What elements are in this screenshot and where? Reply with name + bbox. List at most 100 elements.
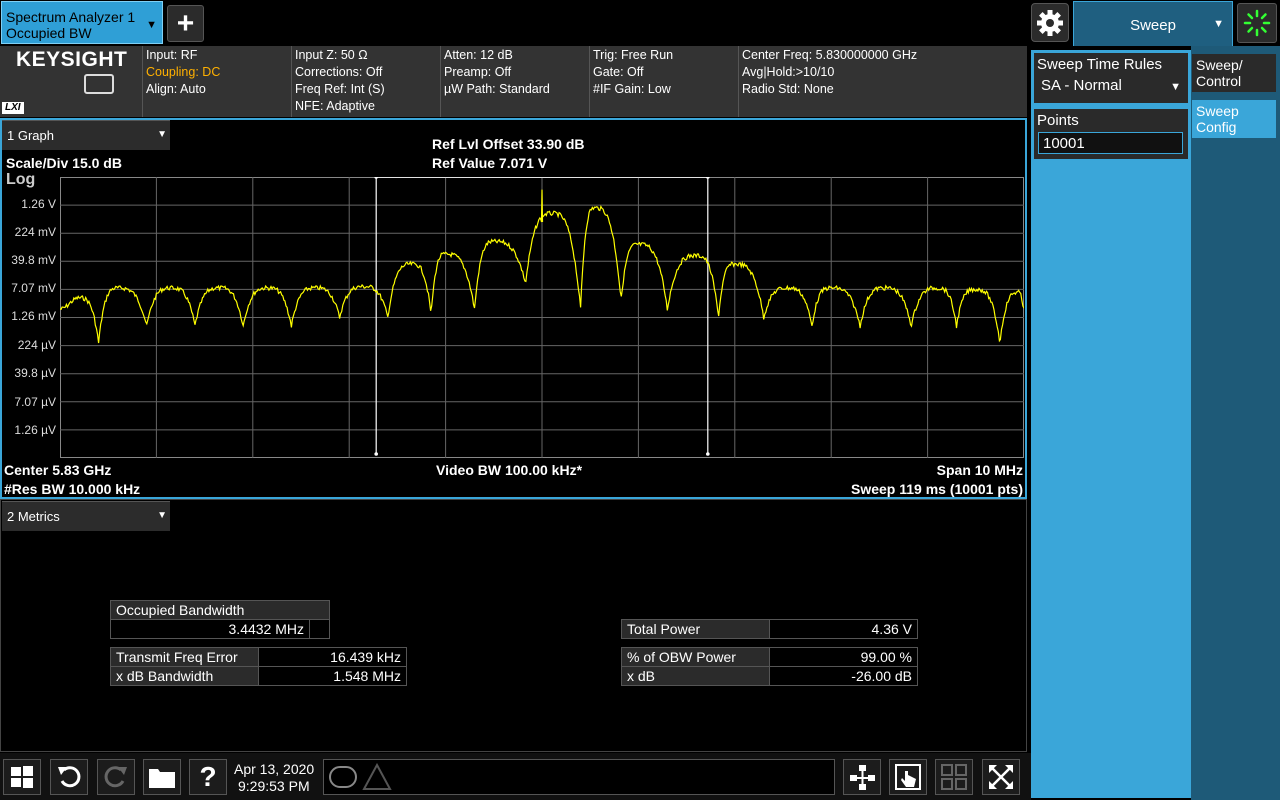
y-tick-label: 39.8 mV [11,253,56,267]
y-tick-label: 224 µV [17,338,56,352]
chevron-down-icon: ▼ [146,19,157,31]
spectrum-plot[interactable] [60,177,1024,458]
help-button[interactable]: ? [189,759,227,795]
xdb-label: x dB [621,666,770,686]
sweep-config-panel [1031,50,1191,798]
y-tick-label: 7.07 mV [11,281,56,295]
info-line: Center Freq: 5.830000000 GHz [742,48,918,62]
occupied-bw-value: 3.4432 MHz [110,619,310,639]
settings-button[interactable] [1031,3,1069,42]
center-freq-label: Center 5.83 GHz [4,462,112,478]
info-trigger[interactable]: Trig: Free Run Gate: Off #IF Gain: Low [590,46,739,117]
info-line: #IF Gain: Low [593,82,671,96]
obw-marker-dot [374,452,378,456]
undo-button[interactable] [50,759,88,795]
y-tick-label: 1.26 µV [14,423,56,437]
date-label: Apr 13, 2020 [234,761,315,777]
touch-window-button[interactable] [889,759,927,795]
total-power-label: Total Power [621,619,770,639]
y-tick-label: 1.26 mV [11,309,56,323]
info-line: Corrections: Off [295,65,383,79]
tx-freq-error-label: Transmit Freq Error [110,647,259,667]
info-line: Trig: Free Run [593,48,674,62]
measurement-tab-title: Spectrum Analyzer 1 [6,9,136,25]
tree-layout-icon [850,765,875,790]
metrics-window-selector[interactable]: 2 Metrics ▼ [2,501,170,531]
windows-icon [11,766,33,788]
pct-obw-power-label: % of OBW Power [621,647,770,667]
add-screen-button[interactable]: + [167,5,204,42]
sweep-time-rules-select[interactable]: SA - Normal ▼ [1037,77,1185,99]
warning-triangle-icon [362,763,392,790]
touch-hand-icon [895,764,921,790]
message-bubble-icon [329,766,357,788]
total-power-value: 4.36 V [769,619,918,639]
info-align-line: Align: Auto [146,82,206,96]
measurement-tab[interactable]: Spectrum Analyzer 1 Occupied BW ▼ [1,1,163,44]
y-tick-label: 224 mV [14,225,56,239]
info-line: Radio Std: None [742,82,834,96]
busy-spinner-icon [1243,9,1271,37]
side-tab-sweep-control[interactable]: Sweep/ Control [1192,54,1276,92]
grid-windows-icon [941,764,967,790]
info-input-line: Input: RF [146,48,198,62]
chevron-down-icon: ▼ [1170,81,1181,93]
graph-window-label: 1 Graph [7,128,54,143]
y-tick-label: 39.8 µV [14,366,56,380]
sweep-label: Sweep 119 ms (10001 pts) [851,481,1023,497]
sweep-time-rules-value: SA - Normal [1041,77,1122,94]
video-bw-label: Video BW 100.00 kHz* [436,462,583,478]
info-line: Atten: 12 dB [444,48,513,62]
info-line: Input Z: 50 Ω [295,48,368,62]
info-line: µW Path: Standard [444,82,550,96]
time-label: 9:29:53 PM [238,778,310,794]
multi-window-button[interactable] [935,759,973,795]
side-tab-sweep-config[interactable]: Sweep Config [1192,100,1276,138]
tx-freq-error-value: 16.439 kHz [258,647,407,667]
xdb-value: -26.00 dB [769,666,918,686]
brand-logo: KEYSIGHT [16,48,128,71]
graph-window-selector[interactable]: 1 Graph ▼ [2,120,170,150]
folder-icon [149,769,175,788]
info-input[interactable]: Input: RF Coupling: DC Align: Auto [143,46,292,117]
info-center-freq[interactable]: Center Freq: 5.830000000 GHz Avg|Hold:>1… [739,46,1027,117]
info-line: NFE: Adaptive [295,99,375,113]
mode-tab-label: Sweep [1130,17,1176,34]
message-bar[interactable] [323,759,835,795]
remote-display-icon [84,74,114,94]
info-atten[interactable]: Atten: 12 dB Preamp: Off µW Path: Standa… [441,46,590,117]
mode-tab-sweep[interactable]: Sweep ▼ [1073,1,1233,46]
sweep-time-rules-label: Sweep Time Rules [1037,56,1163,73]
gear-icon [1037,9,1063,36]
redo-button[interactable] [97,759,135,795]
scale-div-label: Scale/Div 15.0 dB [6,155,122,171]
sweep-time-rules-group[interactable]: Sweep Time Rules SA - Normal ▼ [1034,53,1188,103]
info-line: Gate: Off [593,65,644,79]
windows-start-button[interactable] [3,759,41,795]
expand-arrows-icon [989,765,1013,789]
xdb-bandwidth-label: x dB Bandwidth [110,666,259,686]
points-label: Points [1037,112,1079,129]
chevron-down-icon: ▼ [157,129,167,140]
plus-icon: + [176,6,195,40]
chevron-down-icon: ▼ [1213,18,1224,30]
maximize-button[interactable] [982,759,1020,795]
brand-block: KEYSIGHT LXI [0,46,143,117]
ref-offset-label: Ref Lvl Offset 33.90 dB [432,136,585,152]
points-input[interactable]: 10001 [1038,132,1183,154]
analyzer-screen: Spectrum Analyzer 1 Occupied BW ▼ + Swee… [0,0,1280,800]
log-label: Log [6,171,36,188]
info-input-z[interactable]: Input Z: 50 Ω Corrections: Off Freq Ref:… [292,46,441,117]
xdb-bandwidth-value: 1.548 MHz [258,666,407,686]
points-group[interactable]: Points 10001 [1034,109,1188,159]
y-tick-label: 1.26 V [21,197,56,211]
activity-indicator-button[interactable] [1237,3,1277,43]
layout-tree-button[interactable] [843,759,881,795]
info-coupling-line: Coupling: DC [146,65,221,79]
occupied-bw-label: Occupied Bandwidth [110,600,330,620]
file-button[interactable] [143,759,181,795]
side-tab-rail [1191,46,1280,800]
span-label: Span 10 MHz [936,462,1023,478]
info-line: Avg|Hold:>10/10 [742,65,835,79]
question-mark-icon: ? [199,761,217,792]
